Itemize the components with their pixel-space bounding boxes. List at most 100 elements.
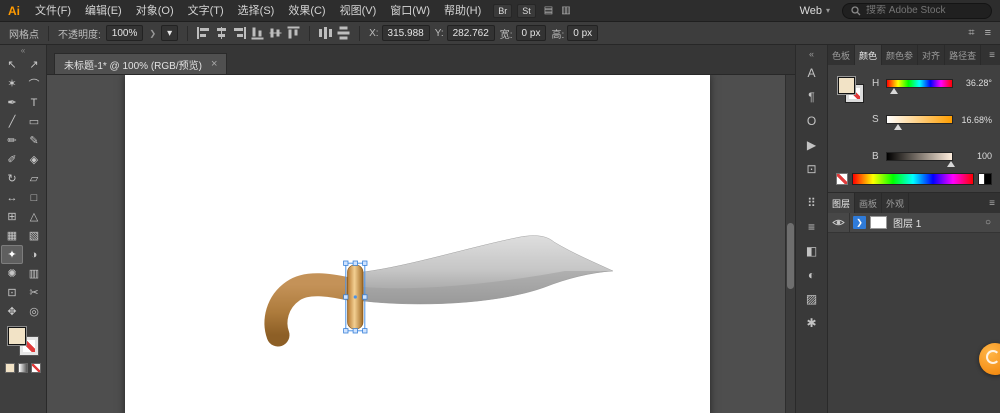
- align-bottom-button[interactable]: [288, 27, 300, 40]
- layer-name[interactable]: 图层 1: [893, 215, 921, 230]
- none-swatch[interactable]: [836, 173, 848, 185]
- canvas[interactable]: [47, 75, 795, 413]
- stock-button[interactable]: St: [517, 4, 536, 18]
- line-segment-tool[interactable]: ╱: [1, 112, 23, 131]
- slider-thumb[interactable]: [890, 84, 898, 94]
- height-input[interactable]: 0 px: [567, 25, 598, 41]
- distribute-horizontal-button[interactable]: [319, 27, 332, 39]
- color-spectrum-bar[interactable]: [852, 173, 974, 185]
- selection-tool[interactable]: ↖: [1, 55, 23, 74]
- search-input[interactable]: [866, 5, 976, 16]
- perspective-grid-tool[interactable]: △: [23, 207, 45, 226]
- panel-menu-icon[interactable]: ≡: [984, 193, 1000, 213]
- align-right-button[interactable]: [233, 27, 246, 39]
- scrollbar-thumb[interactable]: [787, 223, 794, 289]
- panel-tab[interactable]: 图层: [828, 193, 855, 213]
- transform-grid-icon[interactable]: ⌗: [968, 27, 974, 40]
- align-center-button[interactable]: [215, 27, 228, 39]
- paintbrush-tool[interactable]: ✏: [1, 131, 23, 150]
- rectangle-tool[interactable]: ▭: [23, 112, 45, 131]
- artboard-tool[interactable]: ⊡: [1, 283, 23, 302]
- fill-swatch[interactable]: [8, 327, 26, 345]
- b-slider[interactable]: [886, 152, 953, 161]
- layer-row[interactable]: ❯ 图层 1 ○: [828, 213, 1000, 233]
- panel-menu-icon[interactable]: ≡: [984, 45, 1000, 65]
- h-slider[interactable]: [886, 79, 953, 88]
- knife-artwork[interactable]: [125, 75, 710, 413]
- transform-panel-icon[interactable]: ⠿: [800, 191, 824, 214]
- type-tool[interactable]: T: [23, 93, 45, 112]
- shaper-tool[interactable]: ✐: [1, 150, 23, 169]
- slider-value[interactable]: 16.68%: [958, 115, 992, 125]
- menu-item[interactable]: 文件(F): [28, 0, 78, 22]
- slider-value[interactable]: 36.28°: [958, 78, 992, 88]
- opentype-panel-icon[interactable]: O: [800, 109, 824, 132]
- color-mode-button[interactable]: [5, 363, 15, 373]
- panel-tab[interactable]: 画板: [855, 193, 882, 213]
- align-top-button[interactable]: [252, 27, 264, 40]
- mesh-tool[interactable]: ▦: [1, 226, 23, 245]
- menu-item[interactable]: 帮助(H): [437, 0, 488, 22]
- pencil-tool[interactable]: ✎: [23, 131, 45, 150]
- panel-tab[interactable]: 外观: [882, 193, 909, 213]
- slice-tool[interactable]: ✂: [23, 283, 45, 302]
- bridge-button[interactable]: Br: [493, 4, 512, 18]
- brushes-panel-icon[interactable]: ▨: [800, 287, 824, 310]
- s-slider[interactable]: [886, 115, 953, 124]
- slider-thumb[interactable]: [947, 157, 955, 167]
- opacity-stepper-icon[interactable]: ❯: [149, 29, 156, 38]
- gradient-tool[interactable]: ▧: [23, 226, 45, 245]
- none-mode-button[interactable]: [31, 363, 41, 373]
- free-transform-tool[interactable]: □: [23, 188, 45, 207]
- fill-stroke-indicator[interactable]: [8, 327, 38, 355]
- application-layout-icon[interactable]: ▥: [561, 5, 570, 16]
- gradient-mode-button[interactable]: [18, 363, 28, 373]
- symbol-sprayer-tool[interactable]: ✺: [1, 264, 23, 283]
- menu-item[interactable]: 效果(C): [281, 0, 332, 22]
- close-icon[interactable]: ×: [211, 58, 217, 70]
- actions-panel-icon[interactable]: ▶: [800, 133, 824, 156]
- blend-tool[interactable]: ◑: [23, 245, 45, 264]
- stock-search[interactable]: [842, 3, 992, 19]
- expand-layer-chevron[interactable]: ❯: [853, 216, 866, 229]
- hand-tool[interactable]: ✥: [1, 302, 23, 321]
- arrange-documents-icon[interactable]: ▤: [544, 5, 553, 16]
- visibility-toggle[interactable]: [828, 213, 850, 232]
- pen-tool[interactable]: ✒: [1, 93, 23, 112]
- panel-tab[interactable]: 对齐: [918, 45, 945, 65]
- menu-item[interactable]: 文字(T): [181, 0, 231, 22]
- vertical-scrollbar[interactable]: [785, 75, 795, 413]
- layer-thumbnail[interactable]: [870, 216, 887, 229]
- direct-selection-tool[interactable]: ↗: [23, 55, 45, 74]
- pathfinder-panel-icon[interactable]: ◧: [800, 239, 824, 262]
- align-middle-button[interactable]: [270, 27, 282, 40]
- rotate-tool[interactable]: ↻: [1, 169, 23, 188]
- magic-wand-tool[interactable]: ✶: [1, 74, 23, 93]
- workspace-switcher[interactable]: Web ▾: [800, 5, 830, 17]
- x-input[interactable]: 315.988: [382, 25, 430, 41]
- black-white-swatches[interactable]: [978, 173, 992, 185]
- shape-builder-tool[interactable]: ⊞: [1, 207, 23, 226]
- gradient-panel-icon[interactable]: ◐: [800, 263, 824, 286]
- paragraph-panel-icon[interactable]: ¶: [800, 85, 824, 108]
- collapse-dock-button[interactable]: «: [809, 47, 814, 61]
- style-dropdown[interactable]: ▾: [161, 25, 178, 41]
- artboard[interactable]: [125, 75, 710, 413]
- align-left-button[interactable]: [197, 27, 210, 39]
- collapse-tools-button[interactable]: «: [21, 46, 25, 55]
- eraser-tool[interactable]: ◈: [23, 150, 45, 169]
- zoom-tool[interactable]: ◎: [23, 302, 45, 321]
- eyedropper-tool[interactable]: ✦: [1, 245, 23, 264]
- fill-swatch[interactable]: [838, 77, 855, 94]
- panel-tab[interactable]: 路径查: [945, 45, 981, 65]
- panel-tab[interactable]: 颜色参: [882, 45, 918, 65]
- align-panel-icon[interactable]: ≡: [800, 215, 824, 238]
- menu-item[interactable]: 视图(V): [333, 0, 384, 22]
- lasso-tool[interactable]: ⌒: [23, 74, 45, 93]
- artboards-panel-icon[interactable]: ⊡: [800, 157, 824, 180]
- menu-item[interactable]: 对象(O): [129, 0, 181, 22]
- panel-menu-icon[interactable]: ≡: [985, 27, 991, 39]
- panel-tab[interactable]: 颜色: [855, 45, 882, 65]
- y-input[interactable]: 282.762: [447, 25, 495, 41]
- width-tool[interactable]: ↔: [1, 188, 23, 207]
